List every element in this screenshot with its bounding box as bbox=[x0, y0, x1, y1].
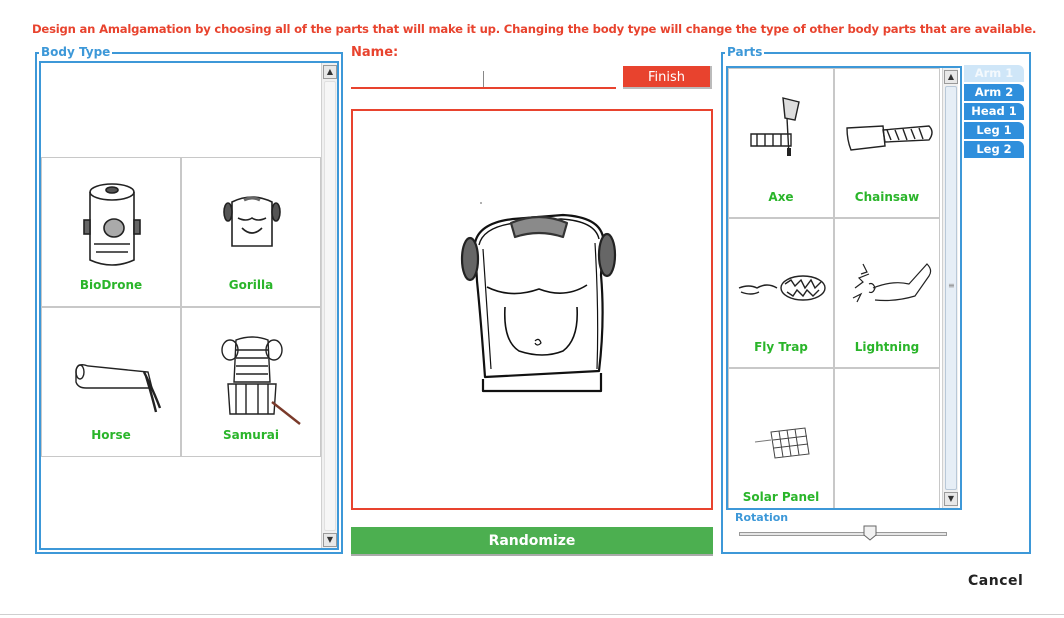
body-type-label: Gorilla bbox=[228, 278, 274, 292]
body-type-scrollbar[interactable]: ▲ ▼ bbox=[321, 63, 337, 548]
body-type-tile-biodrone[interactable]: BioDrone bbox=[41, 157, 181, 307]
scroll-thumb[interactable]: ≡ bbox=[945, 86, 957, 490]
part-tile-chainsaw[interactable]: Chainsaw bbox=[834, 68, 940, 218]
cancel-button[interactable]: Cancel bbox=[968, 573, 1023, 589]
samurai-icon bbox=[221, 336, 301, 425]
body-type-label: BioDrone bbox=[79, 278, 143, 292]
axe-icon bbox=[750, 97, 800, 157]
chainsaw-icon bbox=[846, 125, 933, 151]
solar-panel-icon bbox=[754, 427, 810, 459]
part-label: Fly Trap bbox=[754, 340, 808, 354]
biodrone-icon bbox=[83, 183, 141, 266]
body-type-tile-samurai[interactable]: Samurai bbox=[181, 307, 321, 457]
finish-button[interactable]: Finish bbox=[623, 66, 712, 89]
scroll-down-button[interactable]: ▼ bbox=[944, 492, 958, 506]
gorilla-icon bbox=[223, 196, 281, 247]
part-label: Solar Panel bbox=[742, 490, 820, 504]
scroll-up-button[interactable]: ▲ bbox=[323, 65, 337, 79]
parts-list: Axe Chainsaw Fly Trap Lightning Solar Pa… bbox=[726, 66, 962, 510]
instructions-text: Design an Amalgamation by choosing all o… bbox=[32, 22, 1037, 36]
body-type-list: BioDrone Gorilla Horse Samurai ▲ ▼ bbox=[39, 61, 339, 550]
rotation-label: Rotation bbox=[735, 511, 789, 524]
part-label: Lightning bbox=[854, 340, 920, 354]
part-label: Chainsaw bbox=[854, 190, 920, 204]
rotation-slider[interactable] bbox=[739, 532, 947, 536]
tab-arm-1[interactable]: Arm 1 bbox=[964, 65, 1024, 82]
tab-leg-2[interactable]: Leg 2 bbox=[964, 141, 1024, 158]
body-type-tile-horse[interactable]: Horse bbox=[41, 307, 181, 457]
tab-leg-1[interactable]: Leg 1 bbox=[964, 122, 1024, 139]
part-tile-lightning[interactable]: Lightning bbox=[834, 218, 940, 368]
rotation-slider-thumb[interactable] bbox=[863, 525, 877, 541]
part-tile-empty bbox=[834, 368, 940, 508]
body-type-tile-gorilla[interactable]: Gorilla bbox=[181, 157, 321, 307]
randomize-button[interactable]: Randomize bbox=[351, 527, 713, 556]
amalgamation-canvas bbox=[351, 109, 713, 510]
body-preview-image bbox=[460, 202, 617, 393]
body-type-label: Horse bbox=[91, 428, 131, 442]
lightning-icon bbox=[852, 263, 932, 303]
fly-trap-icon bbox=[738, 275, 826, 301]
scroll-track bbox=[324, 81, 336, 531]
horse-icon bbox=[75, 363, 162, 413]
text-caret bbox=[483, 71, 484, 87]
part-tile-solar-panel[interactable]: Solar Panel bbox=[728, 368, 834, 508]
scroll-down-button[interactable]: ▼ bbox=[323, 533, 337, 547]
part-label: Axe bbox=[768, 190, 794, 204]
bottom-divider bbox=[0, 614, 1064, 615]
scroll-up-button[interactable]: ▲ bbox=[944, 70, 958, 84]
tab-head-1[interactable]: Head 1 bbox=[964, 103, 1024, 120]
tab-arm-2[interactable]: Arm 2 bbox=[964, 84, 1024, 101]
part-tile-fly-trap[interactable]: Fly Trap bbox=[728, 218, 834, 368]
parts-scrollbar[interactable]: ▲ ≡ ▼ bbox=[942, 68, 958, 508]
part-tile-axe[interactable]: Axe bbox=[728, 68, 834, 218]
body-type-label: Samurai bbox=[223, 428, 279, 442]
name-label: Name: bbox=[351, 45, 399, 60]
parts-legend: Parts bbox=[725, 45, 765, 59]
body-type-legend: Body Type bbox=[39, 45, 113, 59]
